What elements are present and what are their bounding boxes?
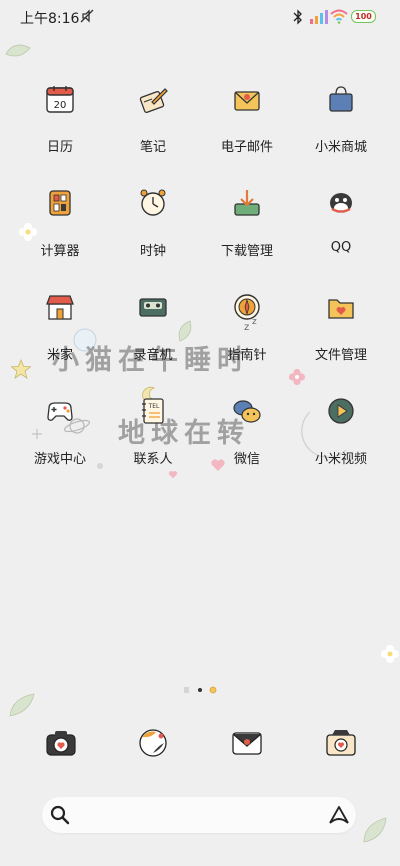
- app-download-manager[interactable]: 下载管理: [207, 188, 287, 268]
- app-label: 联系人: [133, 452, 173, 467]
- app-label: 时钟: [139, 244, 166, 259]
- wifi-icon: [330, 9, 348, 24]
- calculator-icon: [49, 190, 71, 216]
- page-dot-current: [209, 686, 217, 694]
- dock-browser[interactable]: [136, 726, 170, 760]
- browser-cat-icon: [139, 729, 167, 757]
- app-label: 小米商城: [314, 140, 367, 155]
- dock-camera[interactable]: [44, 726, 78, 760]
- app-label: 游戏中心: [33, 452, 86, 467]
- app-clock[interactable]: 时钟: [113, 188, 193, 268]
- video-play-icon: [328, 398, 354, 424]
- app-compass[interactable]: 指南针: [207, 292, 287, 372]
- flower-decoration-icon: [381, 645, 399, 663]
- status-bar: 上午8:16 100: [0, 0, 400, 34]
- app-label: 下载管理: [220, 244, 273, 259]
- app-email[interactable]: 电子邮件: [207, 84, 287, 164]
- dock-messages[interactable]: [230, 726, 264, 760]
- dock-gallery[interactable]: [324, 726, 358, 760]
- shopping-bag-icon: [329, 86, 353, 112]
- app-label: QQ: [330, 240, 352, 255]
- search-bar[interactable]: [42, 797, 356, 833]
- leaf-decoration-icon: [5, 44, 31, 57]
- camera-icon: [46, 731, 76, 756]
- app-label: 小米视频: [314, 452, 367, 467]
- app-label: 电子邮件: [220, 140, 273, 155]
- page-list-icon: [184, 687, 189, 693]
- app-label: 文件管理: [314, 348, 367, 363]
- bluetooth-icon: [293, 9, 302, 25]
- app-contacts[interactable]: TEL 联系人: [113, 396, 193, 476]
- app-calculator[interactable]: 计算器: [20, 188, 100, 268]
- gamepad-icon: [47, 402, 73, 421]
- page-indicator[interactable]: [183, 686, 223, 694]
- leaf-decoration-icon: [9, 693, 35, 717]
- wechat-bubbles-icon: [233, 400, 261, 423]
- signal-strength-icon: [310, 10, 328, 24]
- compass-icon: [234, 294, 260, 320]
- app-label: 米家: [46, 348, 73, 363]
- app-xiaomi-mall[interactable]: 小米商城: [301, 84, 381, 164]
- qq-penguin-icon: [330, 193, 352, 213]
- app-label: 计算器: [40, 244, 80, 259]
- home-shop-icon: [46, 295, 74, 320]
- app-xiaomi-video[interactable]: 小米视频: [301, 396, 381, 476]
- app-label: 笔记: [139, 140, 166, 155]
- app-label: 日历: [46, 140, 73, 155]
- mute-icon: [80, 9, 94, 23]
- clock-time: 上午8:16: [20, 11, 80, 27]
- contacts-book-icon: TEL: [142, 398, 164, 424]
- svg-text:TEL: TEL: [148, 403, 160, 410]
- photo-camera-icon: [326, 730, 356, 756]
- app-qq[interactable]: QQ: [301, 188, 381, 268]
- app-calendar[interactable]: 20 日历: [20, 84, 100, 164]
- app-file-manager[interactable]: 文件管理: [301, 292, 381, 372]
- app-notes[interactable]: 笔记: [113, 84, 193, 164]
- battery-indicator: 100: [351, 10, 376, 23]
- app-label: 指南针: [227, 348, 267, 363]
- alarm-clock-icon: [140, 189, 166, 216]
- search-icon[interactable]: [50, 805, 70, 825]
- app-recorder[interactable]: 录音机: [113, 292, 193, 372]
- app-game-center[interactable]: 游戏中心: [20, 396, 100, 476]
- download-icon: [234, 190, 260, 216]
- calendar-icon: 20: [46, 86, 74, 113]
- app-label: 录音机: [133, 348, 173, 363]
- svg-text:20: 20: [54, 100, 67, 111]
- app-wechat[interactable]: 微信: [207, 396, 287, 476]
- cassette-recorder-icon: [139, 298, 167, 317]
- app-label: 微信: [233, 452, 260, 467]
- folder-icon: [328, 299, 354, 319]
- leaf-decoration-icon: [363, 817, 387, 843]
- email-icon: [234, 91, 260, 111]
- messages-envelope-icon: [232, 732, 262, 755]
- ai-assistant-icon[interactable]: [328, 805, 350, 825]
- app-mijia[interactable]: 米家: [20, 292, 100, 372]
- notes-icon: [139, 88, 168, 114]
- page-dot: [198, 688, 202, 692]
